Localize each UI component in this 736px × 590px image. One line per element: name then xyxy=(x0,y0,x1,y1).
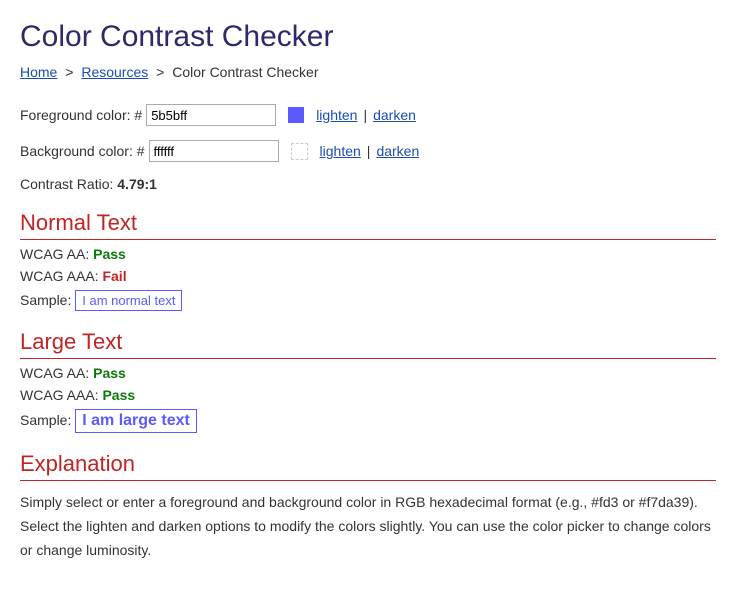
foreground-row: Foreground color: # lighten | darken xyxy=(20,104,716,126)
large-sample-text: I am large text xyxy=(75,409,197,433)
contrast-ratio-row: Contrast Ratio: 4.79:1 xyxy=(20,176,716,192)
breadcrumb-current: Color Contrast Checker xyxy=(172,64,318,80)
breadcrumb-sep: > xyxy=(156,64,164,80)
page-title: Color Contrast Checker xyxy=(20,20,716,54)
large-sample-label: Sample: xyxy=(20,412,75,428)
normal-aaa-result: Fail xyxy=(102,268,126,284)
link-sep: | xyxy=(363,107,367,123)
large-aa-row: WCAG AA: Pass xyxy=(20,365,716,381)
normal-aa-row: WCAG AA: Pass xyxy=(20,246,716,262)
breadcrumb: Home > Resources > Color Contrast Checke… xyxy=(20,64,716,80)
foreground-lighten-link[interactable]: lighten xyxy=(316,107,357,123)
contrast-ratio-value: 4.79:1 xyxy=(117,176,157,192)
normal-text-heading: Normal Text xyxy=(20,210,716,240)
breadcrumb-sep: > xyxy=(65,64,73,80)
background-label: Background color: # xyxy=(20,143,145,159)
foreground-swatch[interactable] xyxy=(288,107,304,123)
background-swatch[interactable] xyxy=(291,143,308,160)
normal-sample-row: Sample: I am normal text xyxy=(20,290,716,311)
foreground-input[interactable] xyxy=(146,104,276,126)
large-aaa-result: Pass xyxy=(102,387,135,403)
breadcrumb-resources[interactable]: Resources xyxy=(81,64,148,80)
normal-aa-result: Pass xyxy=(93,246,126,262)
background-row: Background color: # lighten | darken xyxy=(20,140,716,162)
large-aa-label: WCAG AA: xyxy=(20,365,93,381)
breadcrumb-home[interactable]: Home xyxy=(20,64,57,80)
normal-aaa-label: WCAG AAA: xyxy=(20,268,102,284)
large-sample-row: Sample: I am large text xyxy=(20,409,716,433)
normal-aa-label: WCAG AA: xyxy=(20,246,93,262)
normal-aaa-row: WCAG AAA: Fail xyxy=(20,268,716,284)
background-lighten-link[interactable]: lighten xyxy=(320,143,361,159)
background-input[interactable] xyxy=(149,140,279,162)
large-aa-result: Pass xyxy=(93,365,126,381)
link-sep: | xyxy=(367,143,371,159)
explanation-heading: Explanation xyxy=(20,451,716,481)
large-text-heading: Large Text xyxy=(20,329,716,359)
foreground-label: Foreground color: # xyxy=(20,107,142,123)
large-aaa-row: WCAG AAA: Pass xyxy=(20,387,716,403)
background-darken-link[interactable]: darken xyxy=(376,143,419,159)
foreground-darken-link[interactable]: darken xyxy=(373,107,416,123)
large-aaa-label: WCAG AAA: xyxy=(20,387,102,403)
normal-sample-label: Sample: xyxy=(20,292,75,308)
contrast-ratio-label: Contrast Ratio: xyxy=(20,176,117,192)
explanation-body: Simply select or enter a foreground and … xyxy=(20,491,716,562)
normal-sample-text: I am normal text xyxy=(75,290,182,311)
